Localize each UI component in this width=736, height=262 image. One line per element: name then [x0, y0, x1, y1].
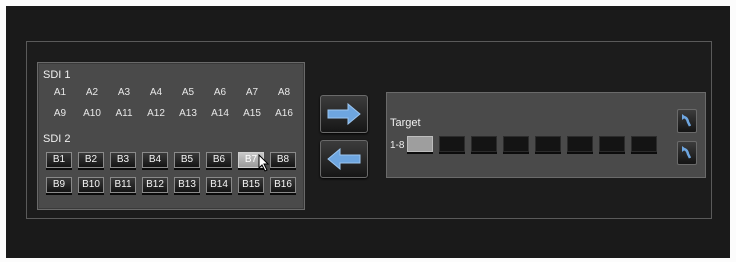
sdi1-input[interactable]: A6 [205, 87, 235, 98]
target-slot[interactable] [599, 136, 625, 152]
target-row-label: 1-8 [390, 140, 405, 151]
sdi2-button[interactable]: B11 [110, 177, 136, 193]
target-slot[interactable] [407, 136, 433, 152]
sdi1-input[interactable]: A2 [77, 87, 107, 98]
curve-arrow-up-icon [682, 114, 692, 127]
target-slot[interactable] [567, 136, 593, 152]
sdi1-input[interactable]: A3 [109, 87, 139, 98]
arrow-left-icon [327, 148, 361, 170]
sdi1-input[interactable]: A15 [237, 108, 267, 119]
target-title: Target [390, 117, 421, 129]
assign-right-button[interactable] [320, 95, 368, 133]
sdi2-button[interactable]: B10 [78, 177, 104, 193]
mouse-cursor-icon [258, 154, 270, 172]
sdi1-input[interactable]: A9 [45, 108, 75, 119]
target-slot[interactable] [439, 136, 465, 152]
sdi1-input[interactable]: A12 [141, 108, 171, 119]
sdi1-title: SDI 1 [43, 69, 71, 81]
sdi2-button[interactable]: B16 [270, 177, 296, 193]
sdi2-button[interactable]: B6 [206, 152, 232, 168]
sdi2-button[interactable]: B13 [174, 177, 200, 193]
sdi2-button[interactable]: B1 [46, 152, 72, 168]
sdi1-input[interactable]: A1 [45, 87, 75, 98]
curve-arrow-down-icon [682, 146, 692, 159]
sdi1-input[interactable]: A10 [77, 108, 107, 119]
sdi1-input[interactable]: A7 [237, 87, 267, 98]
sdi1-input[interactable]: A14 [205, 108, 235, 119]
scroll-up-button[interactable] [677, 109, 697, 133]
target-slot[interactable] [535, 136, 561, 152]
target-slot[interactable] [631, 136, 657, 152]
target-panel: Target 1-8 [386, 92, 706, 178]
sdi-panel: SDI 1 A1 A2 A3 A4 A5 A6 A7 A8 A9 A10 A11… [37, 62, 305, 210]
sdi2-button[interactable]: B15 [238, 177, 264, 193]
sdi2-button[interactable]: B8 [270, 152, 296, 168]
sdi1-input[interactable]: A16 [269, 108, 299, 119]
sdi2-button[interactable]: B4 [142, 152, 168, 168]
target-slot[interactable] [503, 136, 529, 152]
sdi2-button[interactable]: B3 [110, 152, 136, 168]
target-slot[interactable] [471, 136, 497, 152]
sdi2-button[interactable]: B2 [78, 152, 104, 168]
sdi2-button[interactable]: B12 [142, 177, 168, 193]
sdi1-input[interactable]: A8 [269, 87, 299, 98]
sdi1-input[interactable]: A11 [109, 108, 139, 119]
sdi2-button[interactable]: B9 [46, 177, 72, 193]
scroll-down-button[interactable] [677, 141, 697, 165]
sdi1-input[interactable]: A13 [173, 108, 203, 119]
sdi2-button[interactable]: B14 [206, 177, 232, 193]
sdi1-input[interactable]: A4 [141, 87, 171, 98]
sdi2-title: SDI 2 [43, 133, 71, 145]
arrow-right-icon [327, 103, 361, 125]
sdi2-button[interactable]: B5 [174, 152, 200, 168]
assign-left-button[interactable] [320, 140, 368, 178]
sdi1-input[interactable]: A5 [173, 87, 203, 98]
